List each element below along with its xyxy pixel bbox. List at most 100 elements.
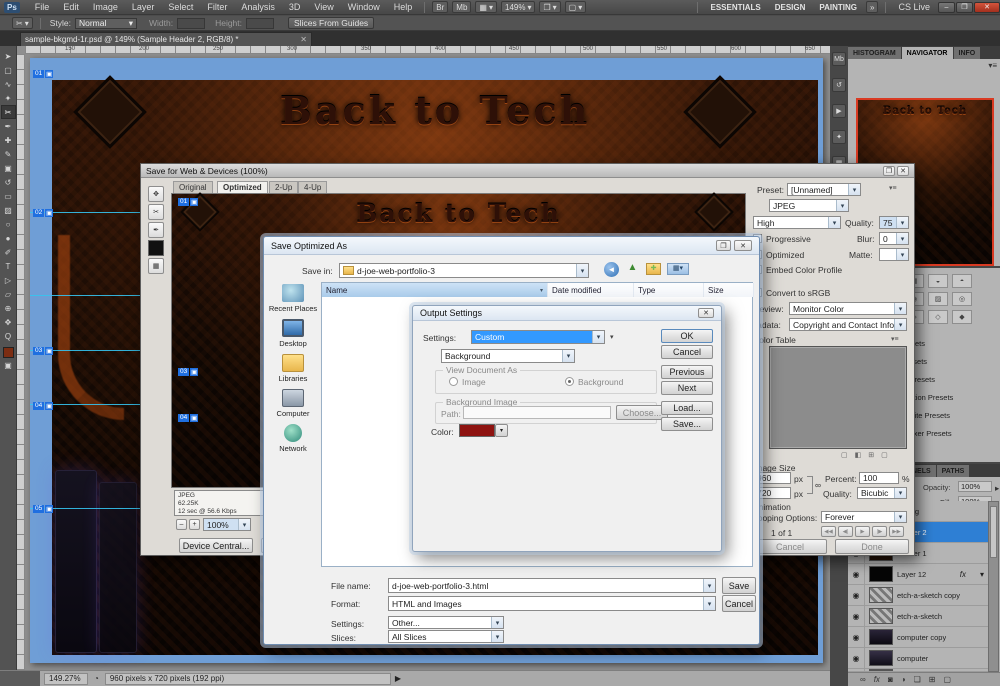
- menu-analysis[interactable]: Analysis: [234, 2, 282, 12]
- hand-tool[interactable]: ✥: [1, 315, 16, 329]
- menu-help[interactable]: Help: [387, 2, 420, 12]
- delete-layer-icon[interactable]: ▢: [944, 675, 952, 684]
- clone-stamp-tool[interactable]: ▣: [1, 161, 16, 175]
- marquee-tool[interactable]: ▢: [1, 63, 16, 77]
- color-table-snap-icon[interactable]: ▢: [841, 451, 848, 459]
- menu-view[interactable]: View: [307, 2, 340, 12]
- dodge-tool[interactable]: ●: [1, 231, 16, 245]
- zoom-percent-field[interactable]: 149.27%: [44, 673, 88, 685]
- slice-badge[interactable]: 04▣: [178, 414, 198, 422]
- layer-row[interactable]: ◉ etch-a-sketch: [848, 606, 988, 627]
- brush-tool[interactable]: ✎: [1, 147, 16, 161]
- preview-select[interactable]: Monitor Color▾: [789, 302, 907, 315]
- type-tool[interactable]: T: [1, 259, 16, 273]
- layers-scrollbar[interactable]: [988, 501, 999, 672]
- image-radio[interactable]: [449, 377, 458, 386]
- compression-select[interactable]: High▾: [753, 216, 841, 229]
- actions-panel-icon[interactable]: ▶: [832, 104, 846, 118]
- link-layers-icon[interactable]: ∞: [860, 675, 866, 684]
- views-menu-icon[interactable]: ▦▾: [667, 263, 689, 275]
- background-radio[interactable]: [565, 377, 574, 386]
- settings-select[interactable]: Custom▾: [471, 330, 605, 344]
- device-central-button[interactable]: Device Central...: [179, 538, 253, 553]
- file-name-input[interactable]: d-joe-web-portfolio-3.html▾: [388, 578, 716, 593]
- back-icon[interactable]: ◄: [604, 262, 619, 277]
- lasso-tool[interactable]: ∿: [1, 77, 16, 91]
- eye-icon[interactable]: ◉: [848, 585, 865, 605]
- matte-field[interactable]: ▾: [879, 248, 909, 261]
- slice-tool[interactable]: ✂: [1, 105, 16, 119]
- opacity-field[interactable]: 100%: [958, 481, 992, 492]
- pen-tool[interactable]: ✐: [1, 245, 16, 259]
- menu-window[interactable]: Window: [341, 2, 387, 12]
- slices-select[interactable]: All Slices▾: [388, 630, 504, 643]
- layer-style-icon[interactable]: fx: [874, 675, 880, 684]
- adjustment-icon[interactable]: ◎: [952, 292, 972, 306]
- layer-thumbnail[interactable]: [869, 629, 893, 645]
- previous-frame-button[interactable]: ◀|: [838, 526, 853, 537]
- first-frame-button[interactable]: ◀◀: [821, 526, 836, 537]
- previous-button[interactable]: Previous: [661, 365, 713, 379]
- percent-field[interactable]: 100: [859, 472, 899, 484]
- column-header-date-modified[interactable]: Date modified: [548, 283, 634, 297]
- layer-row[interactable]: ◉ computer copy: [848, 627, 988, 648]
- slice-badge[interactable]: 03▣: [178, 368, 198, 376]
- tab-4up[interactable]: 4-Up: [298, 181, 327, 193]
- rotate-view-tool[interactable]: ⊕: [1, 301, 16, 315]
- history-brush-tool[interactable]: ↺: [1, 175, 16, 189]
- place-libraries[interactable]: Libraries: [268, 354, 318, 383]
- color-table-delete-icon[interactable]: ▢: [881, 451, 888, 459]
- view-extras-button[interactable]: ▦▾: [475, 1, 497, 13]
- soa-title-bar[interactable]: Save Optimized As ❐ ✕: [264, 237, 759, 255]
- column-header-name[interactable]: Name▾: [322, 283, 548, 297]
- load-button[interactable]: Load...: [661, 401, 713, 415]
- layer-row[interactable]: ◉ etch-a-sketch copy: [848, 585, 988, 606]
- menu-image[interactable]: Image: [86, 2, 125, 12]
- eye-icon[interactable]: ◉: [848, 627, 865, 647]
- settings-select[interactable]: Other...▾: [388, 616, 504, 629]
- soa-save-button[interactable]: Save: [722, 577, 756, 594]
- color-table-add-icon[interactable]: ⊞: [868, 451, 874, 459]
- gradient-tool[interactable]: ▨: [1, 203, 16, 217]
- eyedropper-tool[interactable]: ✒: [1, 119, 16, 133]
- slice-badge[interactable]: 05▣: [33, 505, 53, 513]
- eye-icon[interactable]: ◉: [848, 606, 865, 626]
- column-header-size[interactable]: Size: [704, 283, 754, 297]
- cancel-button[interactable]: Cancel: [661, 345, 713, 359]
- slice-select-tool-icon[interactable]: ✂: [148, 204, 164, 220]
- zoom-in-button[interactable]: +: [189, 519, 200, 530]
- path-input[interactable]: [463, 406, 611, 419]
- format-select[interactable]: JPEG▾: [769, 199, 849, 212]
- section-select[interactable]: Background▾: [441, 349, 575, 363]
- ok-button[interactable]: OK: [661, 329, 713, 343]
- tab-2up[interactable]: 2-Up: [269, 181, 298, 193]
- menu-file[interactable]: File: [28, 2, 57, 12]
- last-frame-button[interactable]: ▶▶: [889, 526, 904, 537]
- tab-optimized[interactable]: Optimized: [217, 181, 268, 193]
- zoom-level-select[interactable]: 100%▾: [203, 518, 251, 531]
- output-settings-close-icon[interactable]: ✕: [698, 308, 714, 318]
- healing-brush-tool[interactable]: ✚: [1, 133, 16, 147]
- slice-badge[interactable]: 01▣: [33, 70, 53, 78]
- cs-live-button[interactable]: CS Live: [891, 2, 937, 12]
- sfw-title-bar[interactable]: Save for Web & Devices (100%) ❐ ✕: [141, 164, 914, 178]
- tab-original[interactable]: Original: [173, 181, 213, 193]
- status-flyout-icon[interactable]: ▶: [395, 674, 401, 683]
- save-in-select[interactable]: d-joe-web-portfolio-3 ▾: [339, 263, 589, 278]
- sfw-done-button[interactable]: Done: [835, 539, 909, 554]
- shape-tool[interactable]: ▱: [1, 287, 16, 301]
- eye-icon[interactable]: ◉: [848, 564, 865, 584]
- menu-select[interactable]: Select: [161, 2, 200, 12]
- sfw-close-icon[interactable]: ✕: [897, 166, 909, 176]
- resample-quality-select[interactable]: Bicubic▾: [857, 487, 907, 499]
- slices-from-guides-button[interactable]: Slices From Guides: [288, 17, 374, 29]
- minimize-button[interactable]: –: [938, 2, 955, 13]
- workspace-essentials[interactable]: ESSENTIALS: [703, 3, 767, 12]
- document-tab[interactable]: sample-bkgmd-1r.psd @ 149% (Sample Heade…: [20, 32, 312, 46]
- quick-selection-tool[interactable]: ✦: [1, 91, 16, 105]
- new-layer-icon[interactable]: ⊞: [929, 675, 936, 684]
- menu-3d[interactable]: 3D: [282, 2, 308, 12]
- workspace-design[interactable]: DESIGN: [768, 3, 813, 12]
- format-select[interactable]: HTML and Images▾: [388, 596, 716, 611]
- menu-layer[interactable]: Layer: [125, 2, 162, 12]
